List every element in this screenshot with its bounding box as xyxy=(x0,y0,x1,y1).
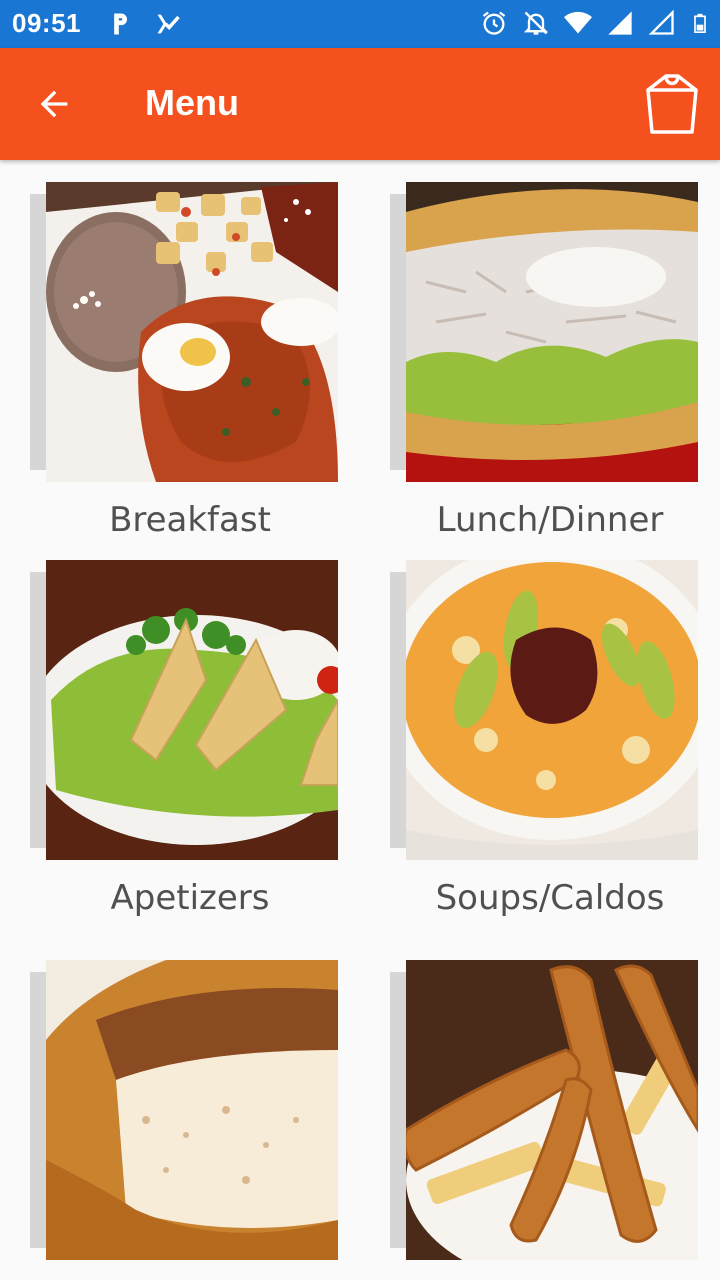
flan-photo xyxy=(46,960,338,1260)
tile-shadow xyxy=(30,572,46,848)
category-tile-breakfast[interactable]: Breakfast xyxy=(30,182,350,552)
page-title: Menu xyxy=(145,82,239,123)
huevos-rancheros-photo xyxy=(46,182,338,482)
alarm-icon xyxy=(482,11,506,35)
tile-shadow xyxy=(30,194,46,470)
notifications-off-icon xyxy=(523,11,549,35)
cart-button[interactable] xyxy=(634,68,710,140)
back-button[interactable] xyxy=(22,72,86,136)
category-label: Breakfast xyxy=(109,500,271,540)
tile-shadow xyxy=(30,972,46,1248)
status-bar: 09:51 xyxy=(0,0,720,48)
category-label: Apetizers xyxy=(110,878,270,918)
status-time: 09:51 xyxy=(12,8,81,38)
guacamole-photo xyxy=(46,560,338,860)
category-label: Lunch/Dinner xyxy=(436,500,664,540)
category-grid: Breakfast Lunch/Dinner Apetizers Soups/C… xyxy=(0,160,720,1280)
arrow-back-icon xyxy=(40,90,68,118)
category-tile-lunch-dinner[interactable]: Lunch/Dinner xyxy=(390,182,710,552)
tile-shadow xyxy=(390,972,406,1248)
signal-empty-icon xyxy=(648,9,674,35)
chicken-strips-photo xyxy=(406,960,698,1260)
signal-icon xyxy=(608,11,632,35)
category-label: Soups/Caldos xyxy=(435,878,665,918)
battery-icon xyxy=(694,13,706,33)
caldo-soup-photo xyxy=(406,560,698,860)
task-app-icon xyxy=(157,14,180,34)
app-bar: Menu xyxy=(0,48,720,160)
wifi-icon xyxy=(564,11,592,34)
category-tile-6[interactable] xyxy=(390,960,710,1280)
tile-shadow xyxy=(390,572,406,848)
tostada-photo xyxy=(406,182,698,482)
status-left-icons xyxy=(106,10,182,38)
category-tile-soups-caldos[interactable]: Soups/Caldos xyxy=(390,560,710,930)
parking-app-icon xyxy=(114,13,127,35)
category-tile-5[interactable] xyxy=(30,960,350,1280)
status-right-icons xyxy=(480,9,710,37)
tile-shadow xyxy=(390,194,406,470)
shopping-bag-icon xyxy=(646,74,698,134)
category-tile-apetizers[interactable]: Apetizers xyxy=(30,560,350,930)
